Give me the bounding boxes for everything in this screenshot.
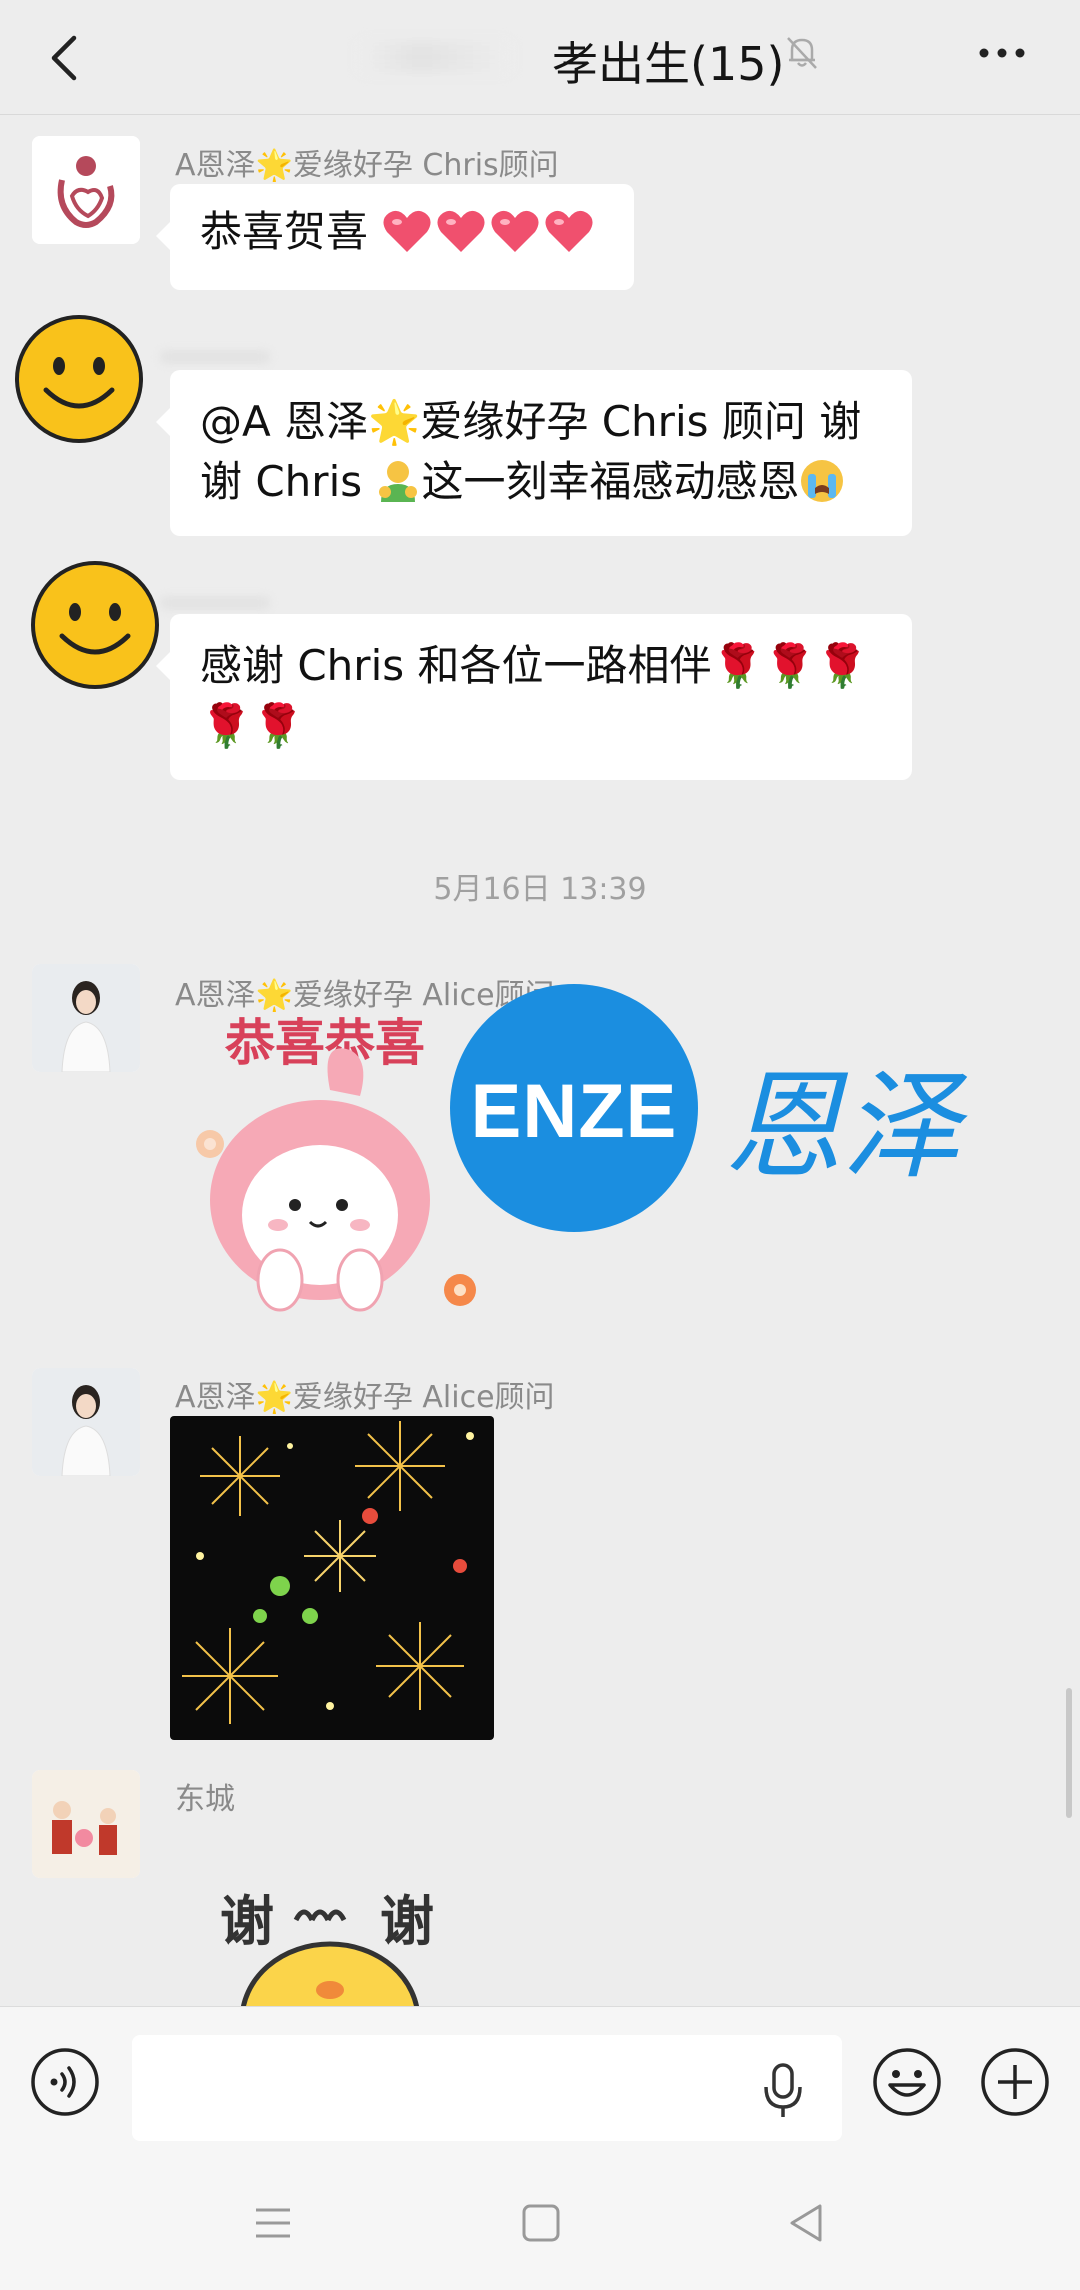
avatar-dongcheng[interactable] [32,1770,140,1878]
sticker-text: 谢 [380,1890,434,1953]
smiley-avatar-icon[interactable] [14,314,144,444]
message-text-part: 这一刻幸福感动感恩 [421,457,800,506]
plus-icon[interactable] [980,2047,1050,2117]
message-input[interactable] [132,2035,842,2141]
message-text-line2: 🌹🌹 [200,701,305,750]
avatar-alice[interactable] [32,1368,140,1476]
chat-title: 孝出生(15) [552,37,785,91]
sender-name: A恩泽🌟爱缘好孕 Chris顾问 [175,148,559,183]
message-bubble[interactable]: 恭喜贺喜 [156,184,634,290]
microphone-icon[interactable] [758,2061,808,2119]
crying-emoji-icon [801,460,844,502]
hug-emoji-icon [379,461,418,502]
menu-icon[interactable] [250,2200,296,2246]
scrollbar[interactable] [1066,1688,1072,1818]
bunny-sticker-icon[interactable]: 恭喜恭喜 [170,1010,490,1330]
input-bar [0,2006,1080,2157]
message-bubble[interactable]: @A 恩泽🌟爱缘好孕 Chris 顾问 谢 谢 Chris 这一刻幸福感动感恩 [156,370,912,536]
home-square-icon[interactable] [518,2200,564,2246]
family-cartoon-icon [32,1770,140,1878]
logo-chinese-text: 恩泽 [724,1057,961,1195]
message-text: 恭喜贺喜 [200,207,369,256]
sticker-text: 恭喜恭喜 [224,1014,425,1072]
smiley-avatar-icon[interactable] [30,560,160,690]
system-nav-bar [0,2156,1080,2290]
heart-emoji-icon [545,210,593,252]
fireworks-image[interactable] [170,1416,494,1740]
logo-text: ENZE [470,1069,678,1154]
heart-emoji-icon [383,210,431,252]
message-text-line2: 谢 Chris 这一刻幸福感动感恩 [200,452,882,512]
heart-emoji-icon [491,210,539,252]
chevron-left-icon[interactable] [38,28,98,88]
person-photo-icon [32,1368,140,1476]
chick-thanks-sticker[interactable]: 谢 谢 [200,1880,460,2006]
blurred-sender-name [160,350,270,364]
sticker-text: 谢 [220,1890,274,1953]
chat-title-area[interactable]: 孝出生(15) [300,22,820,92]
message-text-part: 谢 Chris [200,457,376,506]
back-triangle-icon[interactable] [784,2200,830,2246]
person-photo-icon [32,964,140,1072]
message-text-line1: @A 恩泽🌟爱缘好孕 Chris 顾问 谢 [200,397,862,446]
timestamp: 5月16日 13:39 [433,872,647,907]
sender-name: 东城 [175,1782,235,1817]
message-text-line1: 感谢 Chris 和各位一路相伴🌹🌹🌹 [200,641,869,690]
sender-name: A恩泽🌟爱缘好孕 Alice顾问 [175,978,555,1013]
avatar-alice[interactable] [32,964,140,1072]
blurred-sender-name [160,596,270,610]
message-bubble[interactable]: 感谢 Chris 和各位一路相伴🌹🌹🌹 🌹🌹 [156,614,912,780]
bell-muted-icon [787,37,817,69]
blurred-title-part [360,42,510,72]
heart-logo-icon [32,136,140,244]
emoji-icon[interactable] [872,2047,942,2117]
heart-emoji-icon [437,210,485,252]
avatar-chris[interactable] [32,136,140,244]
chat-header: 孝出生(15) [0,0,1080,115]
sender-name: A恩泽🌟爱缘好孕 Alice顾问 [175,1380,555,1415]
more-dots-icon[interactable] [972,28,1032,78]
voice-toggle-icon[interactable] [30,2047,100,2117]
